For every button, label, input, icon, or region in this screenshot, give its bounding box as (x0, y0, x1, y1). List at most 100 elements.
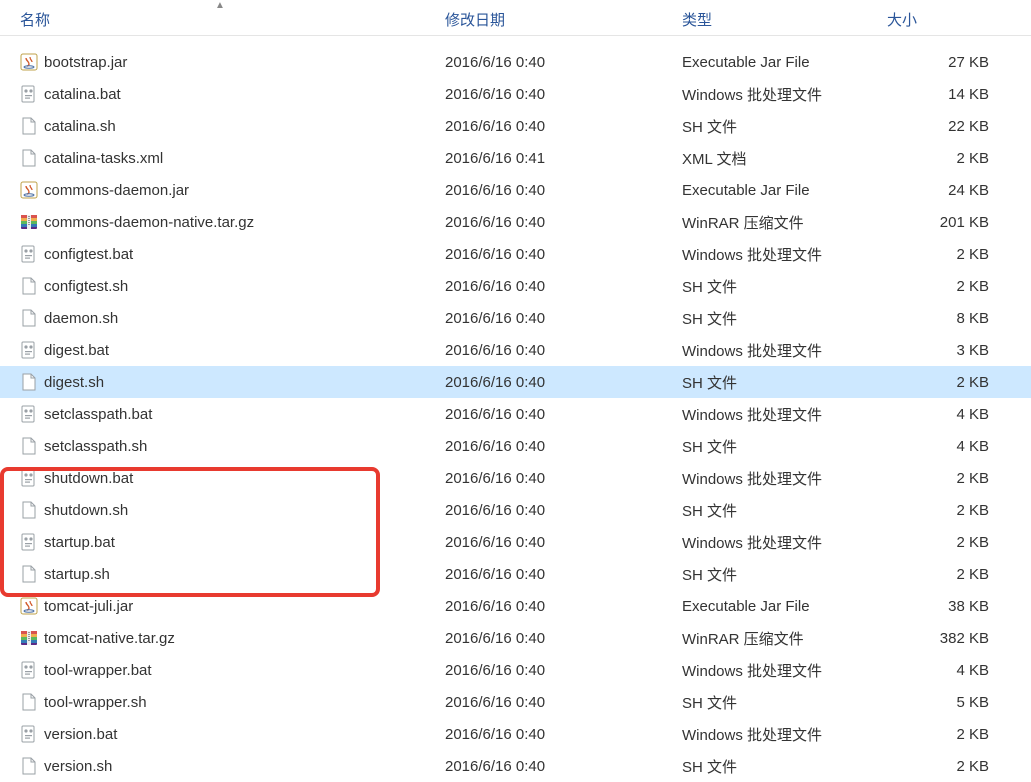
file-name-cell[interactable]: digest.bat (20, 341, 445, 359)
file-name-label: catalina.sh (44, 118, 116, 135)
file-name-label: tool-wrapper.sh (44, 694, 147, 711)
sh-file-icon (20, 149, 38, 167)
file-name-cell[interactable]: tomcat-native.tar.gz (20, 629, 445, 647)
file-name-label: version.sh (44, 758, 112, 775)
file-row[interactable]: version.sh2016/6/16 0:40SH 文件2 KB (0, 750, 1031, 782)
file-type-cell: Executable Jar File (682, 598, 887, 615)
file-row[interactable]: shutdown.sh2016/6/16 0:40SH 文件2 KB (0, 494, 1031, 526)
file-name-label: tomcat-native.tar.gz (44, 630, 175, 647)
file-name-cell[interactable]: version.sh (20, 757, 445, 775)
file-date-cell: 2016/6/16 0:40 (445, 598, 682, 615)
file-name-cell[interactable]: daemon.sh (20, 309, 445, 327)
file-row[interactable]: commons-daemon-native.tar.gz2016/6/16 0:… (0, 206, 1031, 238)
file-size-cell: 2 KB (887, 758, 1007, 775)
file-date-cell: 2016/6/16 0:40 (445, 342, 682, 359)
column-label-name: 名称 (20, 9, 50, 30)
file-date-cell: 2016/6/16 0:40 (445, 406, 682, 423)
file-name-label: shutdown.sh (44, 502, 128, 519)
sh-file-icon (20, 757, 38, 775)
file-name-label: catalina-tasks.xml (44, 150, 163, 167)
column-label-date: 修改日期 (445, 12, 505, 29)
file-name-label: catalina.bat (44, 86, 121, 103)
file-row[interactable]: bootstrap.jar2016/6/16 0:40Executable Ja… (0, 46, 1031, 78)
file-row[interactable]: configtest.sh2016/6/16 0:40SH 文件2 KB (0, 270, 1031, 302)
column-header-type[interactable]: 类型 (682, 5, 887, 30)
rar-file-icon (20, 213, 38, 231)
jar-file-icon (20, 53, 38, 71)
file-type-cell: SH 文件 (682, 692, 887, 713)
file-row[interactable]: catalina.bat2016/6/16 0:40Windows 批处理文件1… (0, 78, 1031, 110)
file-row[interactable]: catalina.sh2016/6/16 0:40SH 文件22 KB (0, 110, 1031, 142)
file-name-cell[interactable]: shutdown.sh (20, 501, 445, 519)
file-name-label: configtest.sh (44, 278, 128, 295)
file-row[interactable]: version.bat2016/6/16 0:40Windows 批处理文件2 … (0, 718, 1031, 750)
file-row[interactable]: tool-wrapper.bat2016/6/16 0:40Windows 批处… (0, 654, 1031, 686)
file-date-cell: 2016/6/16 0:40 (445, 566, 682, 583)
file-name-cell[interactable]: catalina-tasks.xml (20, 149, 445, 167)
rar-file-icon (20, 629, 38, 647)
file-size-cell: 8 KB (887, 310, 1007, 327)
file-name-cell[interactable]: bootstrap.jar (20, 53, 445, 71)
sh-file-icon (20, 277, 38, 295)
column-header-date[interactable]: 修改日期 (445, 5, 682, 30)
file-size-cell: 4 KB (887, 406, 1007, 423)
file-name-cell[interactable]: digest.sh (20, 373, 445, 391)
file-size-cell: 3 KB (887, 342, 1007, 359)
sh-file-icon (20, 693, 38, 711)
file-row[interactable]: setclasspath.bat2016/6/16 0:40Windows 批处… (0, 398, 1031, 430)
file-size-cell: 4 KB (887, 438, 1007, 455)
sh-file-icon (20, 373, 38, 391)
file-type-cell: SH 文件 (682, 116, 887, 137)
file-row[interactable]: tool-wrapper.sh2016/6/16 0:40SH 文件5 KB (0, 686, 1031, 718)
file-name-cell[interactable]: catalina.bat (20, 85, 445, 103)
file-size-cell: 2 KB (887, 470, 1007, 487)
file-name-cell[interactable]: configtest.sh (20, 277, 445, 295)
bat-file-icon (20, 661, 38, 679)
file-row[interactable]: configtest.bat2016/6/16 0:40Windows 批处理文… (0, 238, 1031, 270)
file-size-cell: 2 KB (887, 502, 1007, 519)
file-size-cell: 24 KB (887, 182, 1007, 199)
file-row[interactable]: commons-daemon.jar2016/6/16 0:40Executab… (0, 174, 1031, 206)
column-label-size: 大小 (887, 12, 917, 29)
file-date-cell: 2016/6/16 0:40 (445, 278, 682, 295)
file-name-cell[interactable]: tool-wrapper.sh (20, 693, 445, 711)
file-name-cell[interactable]: version.bat (20, 725, 445, 743)
file-name-cell[interactable]: shutdown.bat (20, 469, 445, 487)
column-header-name[interactable]: 名称 (20, 5, 445, 30)
file-name-cell[interactable]: setclasspath.bat (20, 405, 445, 423)
file-type-cell: Windows 批处理文件 (682, 404, 887, 425)
file-name-cell[interactable]: commons-daemon-native.tar.gz (20, 213, 445, 231)
file-date-cell: 2016/6/16 0:40 (445, 310, 682, 327)
file-row[interactable]: setclasspath.sh2016/6/16 0:40SH 文件4 KB (0, 430, 1031, 462)
file-row[interactable]: shutdown.bat2016/6/16 0:40Windows 批处理文件2… (0, 462, 1031, 494)
file-name-cell[interactable]: startup.sh (20, 565, 445, 583)
file-row[interactable]: catalina-tasks.xml2016/6/16 0:41XML 文档2 … (0, 142, 1031, 174)
file-row[interactable]: daemon.sh2016/6/16 0:40SH 文件8 KB (0, 302, 1031, 334)
file-row[interactable]: digest.bat2016/6/16 0:40Windows 批处理文件3 K… (0, 334, 1031, 366)
file-row[interactable]: startup.sh2016/6/16 0:40SH 文件2 KB (0, 558, 1031, 590)
sh-file-icon (20, 565, 38, 583)
file-name-label: tool-wrapper.bat (44, 662, 152, 679)
file-name-cell[interactable]: catalina.sh (20, 117, 445, 135)
file-row[interactable]: startup.bat2016/6/16 0:40Windows 批处理文件2 … (0, 526, 1031, 558)
file-size-cell: 201 KB (887, 214, 1007, 231)
column-header-size[interactable]: 大小 (887, 5, 1007, 30)
file-type-cell: WinRAR 压缩文件 (682, 212, 887, 233)
file-name-cell[interactable]: tool-wrapper.bat (20, 661, 445, 679)
file-row[interactable]: tomcat-native.tar.gz2016/6/16 0:40WinRAR… (0, 622, 1031, 654)
file-row[interactable]: digest.sh2016/6/16 0:40SH 文件2 KB (0, 366, 1031, 398)
file-name-cell[interactable]: setclasspath.sh (20, 437, 445, 455)
sh-file-icon (20, 117, 38, 135)
file-type-cell: SH 文件 (682, 372, 887, 393)
file-name-cell[interactable]: startup.bat (20, 533, 445, 551)
file-name-cell[interactable]: tomcat-juli.jar (20, 597, 445, 615)
file-size-cell: 2 KB (887, 566, 1007, 583)
file-row[interactable]: tomcat-juli.jar2016/6/16 0:40Executable … (0, 590, 1031, 622)
file-name-cell[interactable]: commons-daemon.jar (20, 181, 445, 199)
file-date-cell: 2016/6/16 0:40 (445, 246, 682, 263)
file-name-label: bootstrap.jar (44, 54, 127, 71)
bat-file-icon (20, 725, 38, 743)
file-name-cell[interactable]: configtest.bat (20, 245, 445, 263)
file-type-cell: SH 文件 (682, 276, 887, 297)
bat-file-icon (20, 405, 38, 423)
